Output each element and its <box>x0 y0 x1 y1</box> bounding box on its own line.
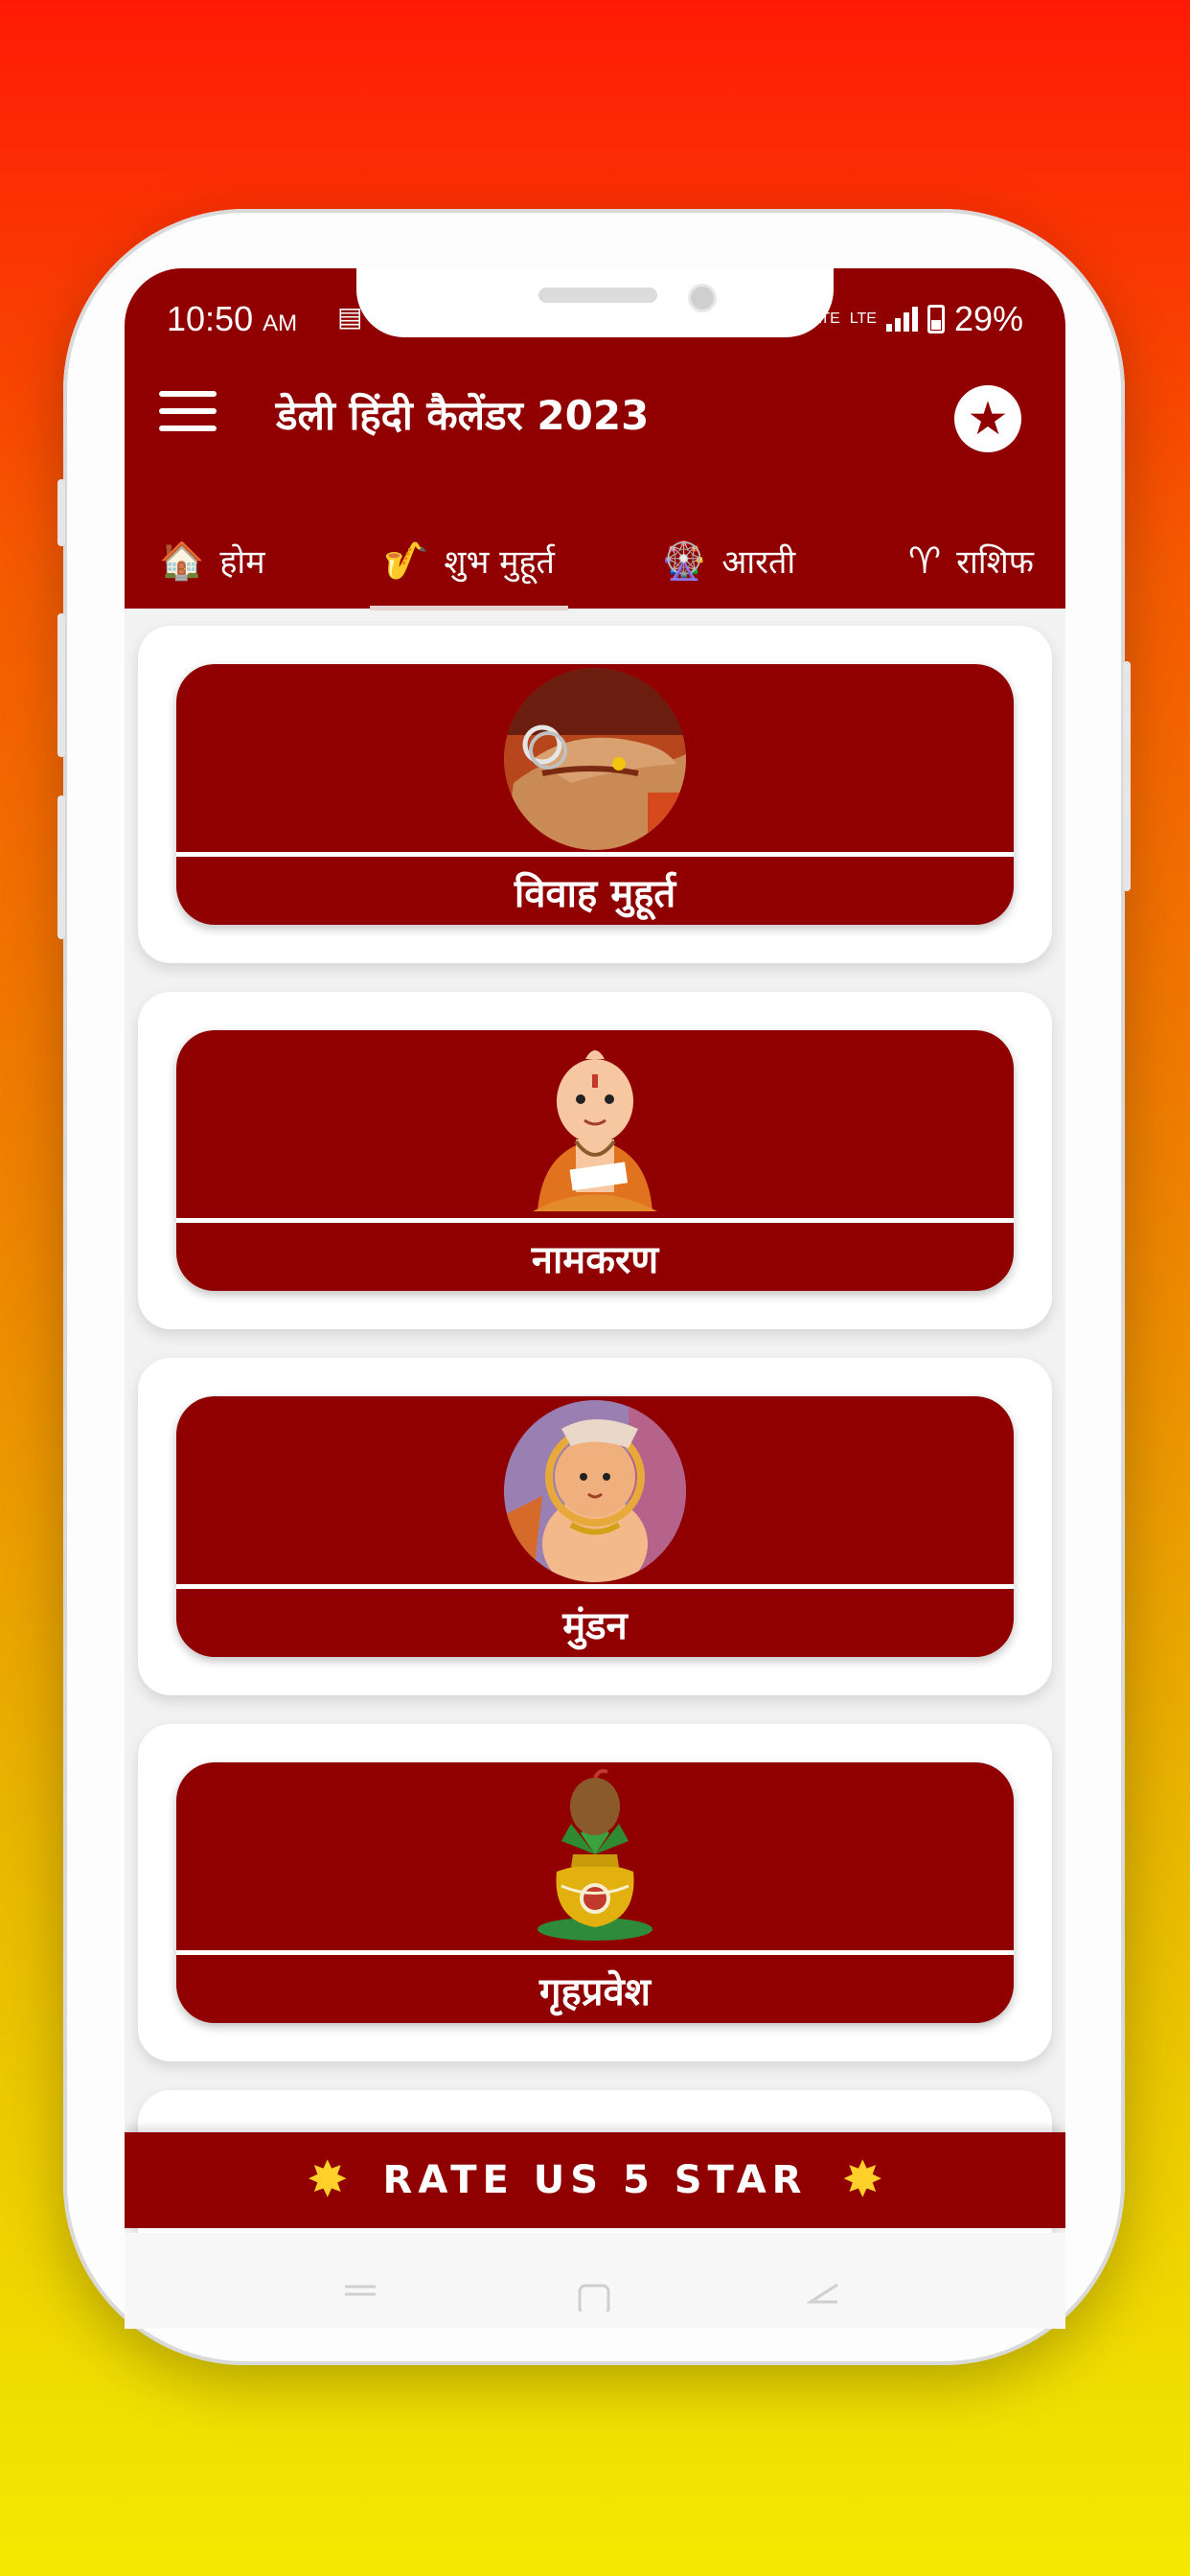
tab-label: आरती <box>721 543 796 582</box>
tab-rashifal[interactable]: ♈ राशिफ <box>908 513 1034 609</box>
app-title: डेली हिंदी कैलेंडर 2023 <box>276 392 650 439</box>
battery-icon <box>927 305 945 334</box>
tab-label: होम <box>219 543 265 582</box>
glowing-star-icon: ✸ <box>306 2151 349 2209</box>
card-label: विवाह मुहूर्त <box>514 871 676 916</box>
card-container: मुंडन <box>138 1358 1052 1695</box>
card-divider <box>176 1218 1014 1223</box>
card-grihapravesh[interactable]: गृहप्रवेश <box>176 1762 1014 2023</box>
star-favorite-button[interactable]: ★ <box>954 385 1021 452</box>
app-bar: 10:50 AM ▤ Vo LTE LTE 29% डेली हिंदी कैल… <box>125 268 1065 610</box>
speaker-grille <box>538 288 657 303</box>
card-label: मुंडन <box>562 1603 628 1648</box>
tab-aarti[interactable]: 🎡 आरती <box>661 513 795 609</box>
card-label: नामकरण <box>531 1237 659 1282</box>
phone-side-button <box>57 613 65 757</box>
glowing-star-icon: ✸ <box>841 2151 884 2209</box>
tab-shubh-muhurat[interactable]: 🎷 शुभ मुहूर्त <box>370 513 568 610</box>
card-vivah-muhurat[interactable]: विवाह मुहूर्त <box>176 664 1014 925</box>
tab-label: शुभ मुहूर्त <box>444 543 555 582</box>
aries-icon: ♈ <box>908 540 942 582</box>
phone-side-button <box>1123 661 1131 891</box>
tab-home[interactable]: 🏠 होम <box>159 513 265 609</box>
card-mundan[interactable]: मुंडन <box>176 1396 1014 1657</box>
lte-icon: LTE <box>849 310 877 327</box>
card-container: विवाह मुहूर्त <box>138 626 1052 963</box>
card-label: गृहप्रवेश <box>539 1969 651 2014</box>
tab-bar: 🏠 होम 🎷 शुभ मुहूर्त 🎡 आरती ♈ राशिफ <box>125 513 1065 610</box>
saxophone-icon: 🎷 <box>383 539 429 582</box>
phone-side-button <box>57 795 65 939</box>
phone-screen: 10:50 AM ▤ Vo LTE LTE 29% डेली हिंदी कैल… <box>125 268 1065 2329</box>
system-nav-bar <box>125 2233 1065 2329</box>
star-icon: ★ <box>967 392 1009 446</box>
hamburger-menu-icon[interactable] <box>159 391 217 435</box>
signal-icon <box>885 307 918 332</box>
rate-us-button[interactable]: ✸ RATE US 5 STAR ✸ <box>125 2132 1065 2228</box>
rate-us-label: RATE US 5 STAR <box>382 2158 808 2202</box>
ferris-wheel-icon: 🎡 <box>661 539 707 582</box>
card-namkaran[interactable]: नामकरण <box>176 1030 1014 1291</box>
status-time: 10:50 AM <box>167 299 298 338</box>
card-divider <box>176 1584 1014 1589</box>
tab-label: राशिफ <box>956 543 1034 582</box>
card-container: गृहप्रवेश <box>138 1724 1052 2061</box>
wedding-hands-image <box>504 668 686 850</box>
child-priest-image <box>533 1050 657 1211</box>
home-icon[interactable] <box>577 2283 611 2312</box>
card-divider <box>176 852 1014 857</box>
battery-percent: 29% <box>953 299 1023 338</box>
camera-notch <box>356 268 834 337</box>
card-divider <box>176 1950 1014 1955</box>
back-icon[interactable] <box>807 2283 841 2312</box>
house-icon: 🏠 <box>159 539 205 582</box>
card-container: नामकरण <box>138 992 1052 1329</box>
child-tonsure-image <box>504 1400 686 1582</box>
recents-icon[interactable] <box>341 2283 379 2302</box>
phone-side-button <box>57 479 65 546</box>
kalash-image <box>538 1768 652 1941</box>
front-camera <box>688 284 717 312</box>
